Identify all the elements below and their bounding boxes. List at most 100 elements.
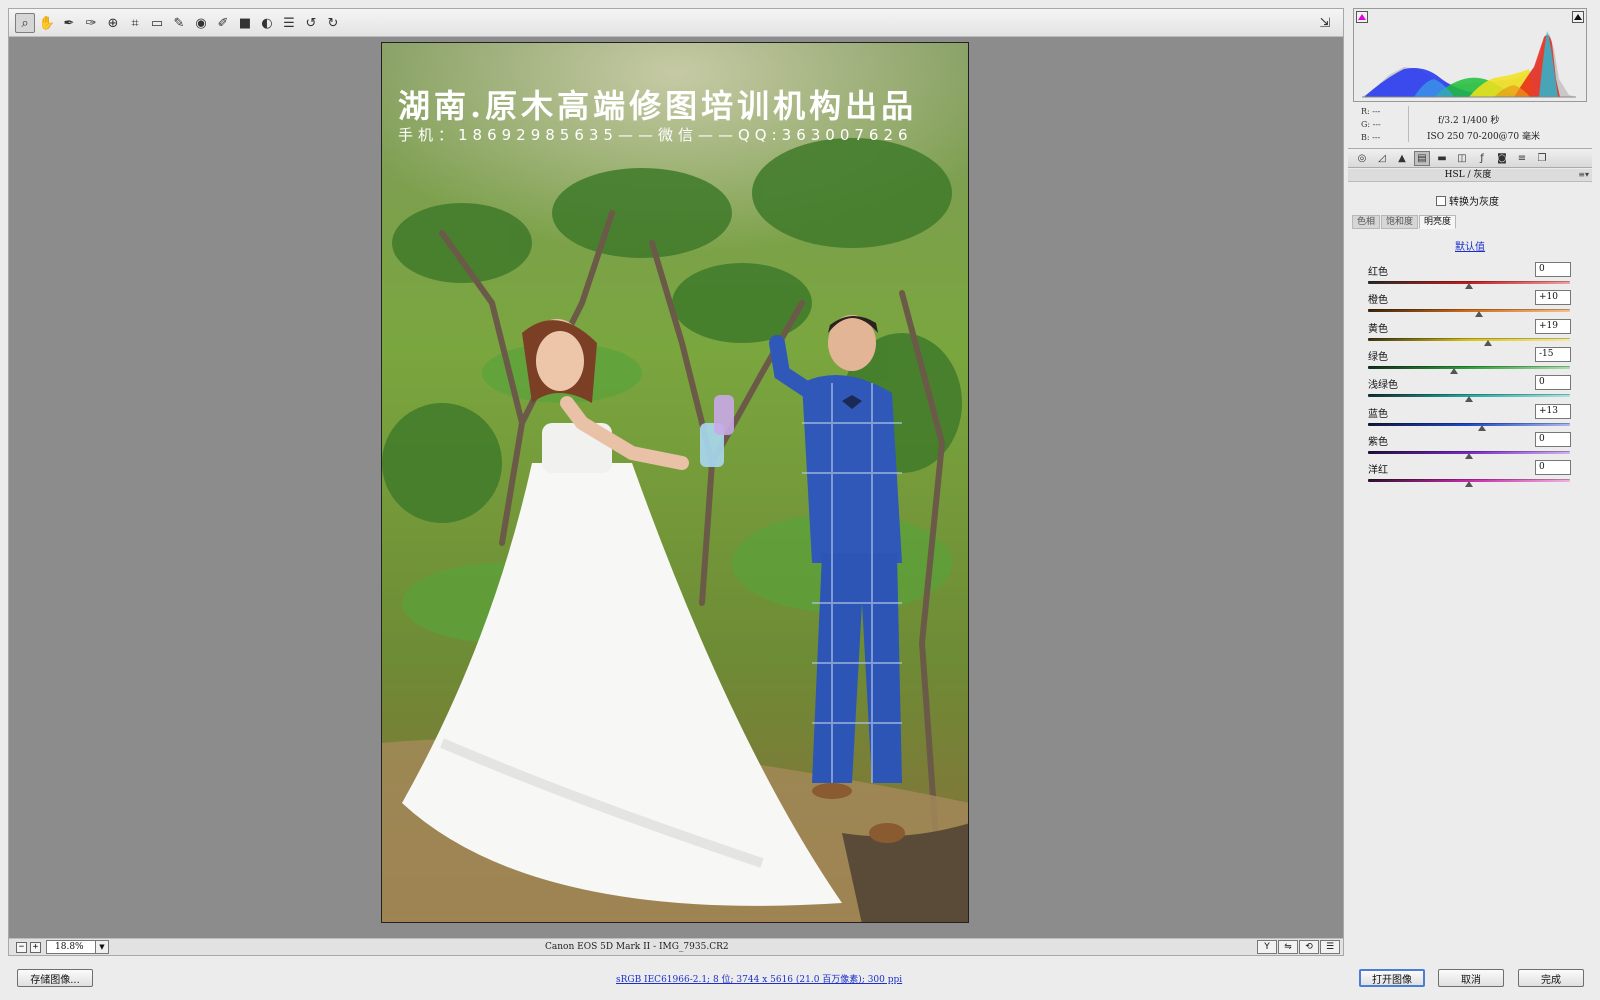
- snapshots-icon[interactable]: ❐: [1534, 151, 1550, 166]
- slider-thumb[interactable]: [1465, 283, 1473, 289]
- slider-label: 橙色: [1368, 295, 1388, 307]
- preview-canvas[interactable]: 湖南.原木高端修图培训机构出品 手机：18692985635——微信——QQ:3…: [9, 37, 1343, 940]
- tab-saturation[interactable]: 饱和度: [1381, 215, 1419, 229]
- spot-removal-tool[interactable]: ✎: [169, 13, 189, 33]
- zoom-level-field[interactable]: 18.8%: [46, 940, 96, 954]
- slider-thumb[interactable]: [1449, 367, 1458, 374]
- red-readout: R: ---: [1361, 107, 1381, 116]
- spot-removal-icon: ✎: [173, 15, 185, 31]
- straighten-icon: ▭: [150, 15, 164, 31]
- cancel-button[interactable]: 取消: [1438, 969, 1504, 987]
- highlight-clipping-warning-icon[interactable]: [1572, 11, 1584, 23]
- adjustment-brush-tool[interactable]: ✐: [213, 13, 233, 33]
- slider-value-field[interactable]: 0: [1535, 460, 1571, 476]
- slider-track[interactable]: [1368, 365, 1570, 369]
- hand-tool[interactable]: ✋: [37, 13, 57, 33]
- preferences-tool[interactable]: ☰: [279, 13, 299, 33]
- tab-luminance[interactable]: 明亮度: [1419, 215, 1457, 229]
- slider-value-field[interactable]: 0: [1535, 431, 1571, 447]
- zoom-in-button[interactable]: +: [30, 942, 41, 953]
- slider-value-field[interactable]: +19: [1535, 318, 1571, 334]
- basic-icon[interactable]: ◎: [1354, 151, 1370, 166]
- convert-grayscale-row[interactable]: 转换为灰度: [1436, 193, 1499, 208]
- default-link[interactable]: 默认值: [1348, 238, 1592, 253]
- red-eye-icon: ◉: [195, 15, 207, 31]
- preview-preferences-button[interactable]: ☰: [1320, 940, 1340, 954]
- shadow-clipping-warning-icon[interactable]: [1356, 11, 1368, 23]
- swap-settings-button[interactable]: ⇋: [1278, 940, 1298, 954]
- slider-label: 紫色: [1368, 436, 1388, 448]
- tone-curve-icon[interactable]: ◿: [1374, 151, 1390, 166]
- color-sampler-icon: ✑: [85, 15, 97, 31]
- slider-row: 红色 0: [1368, 262, 1572, 290]
- slider-label: 黄色: [1368, 323, 1388, 335]
- brush-icon: ✐: [217, 15, 229, 31]
- color-sampler-tool[interactable]: ✑: [81, 13, 101, 33]
- slider-thumb[interactable]: [1465, 452, 1473, 459]
- white-balance-tool[interactable]: ✒: [59, 13, 79, 33]
- before-after-toggle-button[interactable]: Y: [1257, 940, 1277, 954]
- slider-thumb[interactable]: [1484, 339, 1493, 346]
- red-eye-tool[interactable]: ◉: [191, 13, 211, 33]
- tab-hue[interactable]: 色相: [1352, 215, 1381, 229]
- detail-icon[interactable]: ▲: [1394, 151, 1410, 166]
- effects-icon[interactable]: ƒ: [1474, 151, 1490, 166]
- slider-track[interactable]: [1368, 422, 1570, 426]
- workspace: ⌕ ✋ ✒ ✑ ⊕ ⌗ ▭ ✎ ◉ ✐ ■ ◐ ☰ ↺ ↻ ⇲ 湖南.原木高端修…: [8, 8, 1344, 956]
- straighten-tool[interactable]: ▭: [147, 13, 167, 33]
- slider-value-field[interactable]: +10: [1535, 290, 1571, 306]
- target-adjust-icon: ⊕: [107, 15, 119, 31]
- targeted-adjustment-tool[interactable]: ⊕: [103, 13, 123, 33]
- zoom-out-button[interactable]: −: [16, 942, 27, 953]
- zoom-dropdown-button[interactable]: ▼: [95, 940, 109, 954]
- slider-value-field[interactable]: 0: [1535, 375, 1571, 391]
- save-image-button[interactable]: 存储图像...: [17, 969, 93, 987]
- magnifier-icon: ⌕: [21, 15, 29, 31]
- blue-readout: B: ---: [1361, 133, 1381, 142]
- lens-corrections-icon[interactable]: ◫: [1454, 151, 1470, 166]
- panel-title: HSL / 灰度: [1444, 170, 1492, 180]
- slider-thumb[interactable]: [1465, 481, 1473, 488]
- fullscreen-toggle-icon[interactable]: ⇲: [1315, 13, 1335, 33]
- slider-value-field[interactable]: +13: [1535, 403, 1571, 419]
- slider-label: 蓝色: [1368, 408, 1388, 420]
- panel-menu-icon[interactable]: ≡▾: [1578, 169, 1589, 181]
- aperture-shutter: f/3.2 1/400 秒: [1438, 116, 1500, 126]
- zoom-tool[interactable]: ⌕: [15, 13, 35, 33]
- list-icon: ☰: [283, 15, 295, 31]
- slider-label: 红色: [1368, 267, 1388, 278]
- workflow-options-link[interactable]: sRGB IEC61966-2.1; 8 位; 3744 x 5616 (21.…: [616, 972, 902, 985]
- slider-thumb[interactable]: [1478, 424, 1487, 431]
- slider-track[interactable]: [1368, 337, 1570, 341]
- slider-row: 绿色 -15: [1368, 346, 1572, 375]
- slider-row: 橙色 +10: [1368, 290, 1572, 318]
- slider-thumb[interactable]: [1475, 311, 1484, 318]
- info-divider: [1408, 106, 1409, 142]
- rotate-right-tool[interactable]: ↻: [323, 13, 343, 33]
- slider-value-field[interactable]: -15: [1535, 346, 1571, 362]
- hsl-icon[interactable]: ▤: [1414, 151, 1430, 166]
- crop-tool[interactable]: ⌗: [125, 13, 145, 33]
- slider-label: 洋红: [1368, 465, 1388, 477]
- open-image-button[interactable]: 打开图像: [1359, 969, 1425, 987]
- eyedropper-icon: ✒: [63, 15, 75, 31]
- done-button[interactable]: 完成: [1518, 969, 1584, 987]
- watermark-contact: 手机：18692985635——微信——QQ:363007626: [398, 126, 913, 144]
- convert-grayscale-checkbox[interactable]: [1436, 195, 1446, 206]
- hsl-subtabs: 色相 饱和度 明亮度: [1352, 215, 1457, 229]
- panel-tab-strip: ◎ ◿ ▲ ▤ ▬ ◫ ƒ ◙ ≡ ❐: [1348, 148, 1592, 168]
- rotate-left-tool[interactable]: ↺: [301, 13, 321, 33]
- rotate-cw-icon: ↻: [327, 15, 339, 31]
- toggle-settings-button[interactable]: ⟲: [1299, 940, 1319, 954]
- slider-track[interactable]: [1368, 309, 1570, 313]
- radial-filter-tool[interactable]: ◐: [257, 13, 277, 33]
- slider-thumb[interactable]: [1465, 396, 1473, 403]
- presets-icon[interactable]: ≡: [1514, 151, 1530, 166]
- iso-lens: ISO 250 70-200@70 毫米: [1427, 132, 1540, 142]
- camera-calibration-icon[interactable]: ◙: [1494, 151, 1510, 166]
- photo-preview[interactable]: 湖南.原木高端修图培训机构出品 手机：18692985635——微信——QQ:3…: [381, 42, 969, 923]
- graduated-filter-tool[interactable]: ■: [235, 13, 255, 33]
- slider-row: 紫色 0: [1368, 431, 1572, 460]
- split-toning-icon[interactable]: ▬: [1434, 151, 1450, 166]
- slider-value-field[interactable]: 0: [1535, 262, 1571, 277]
